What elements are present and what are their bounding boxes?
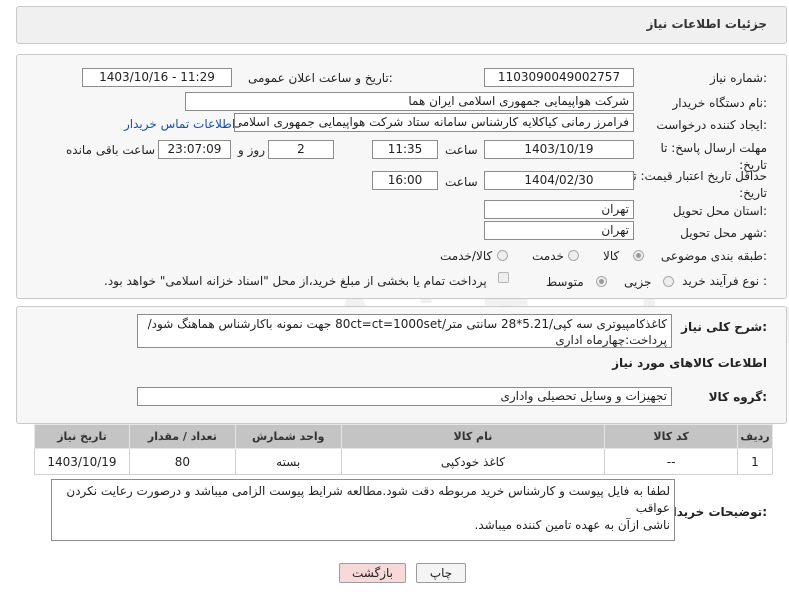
validity-time-label: ساعت bbox=[445, 175, 478, 189]
contact-buyer-link[interactable]: اطلاعات تماس خریدار bbox=[124, 117, 235, 131]
cell-row: 1 bbox=[736, 448, 774, 475]
creator-label: ایجاد کننده درخواست: bbox=[656, 118, 767, 132]
cell-item-code: -- bbox=[604, 448, 738, 475]
col-row: ردیف bbox=[736, 424, 774, 449]
announce-label: تاریخ و ساعت اعلان عمومی: bbox=[248, 71, 393, 85]
summary-textarea: کاغذکامپیوتری سه کپی/5.21*28 سانتی متر/8… bbox=[137, 314, 672, 348]
cell-need-date: 1403/10/19 bbox=[34, 448, 130, 475]
buyer-notes-textarea: لطفا به فایل پیوست و کارشناس خرید مربوطه… bbox=[51, 479, 675, 541]
cell-item-name: کاغذ خودکپی bbox=[340, 448, 606, 475]
announce-field: 1403/10/16 - 11:29 bbox=[82, 68, 232, 87]
process-label: نوع فرآیند خرید : bbox=[682, 274, 767, 288]
deadline-time-field: 11:35 bbox=[372, 140, 438, 159]
buyer-notes-line-2: ناشی ازآن به عهده تامین کننده میباشد. bbox=[474, 518, 670, 532]
need-number-field: 1103090049002757 bbox=[484, 68, 634, 87]
validity-time-field: 16:00 bbox=[372, 171, 438, 190]
cell-quantity: 80 bbox=[128, 448, 236, 475]
remaining-time-field: 23:07:09 bbox=[158, 140, 231, 159]
cell-unit: بسته bbox=[234, 448, 342, 475]
treasury-payment-checkbox[interactable] bbox=[498, 272, 509, 283]
col-item-code: کد کالا bbox=[604, 424, 738, 449]
col-item-name: نام کالا bbox=[340, 424, 606, 449]
buyer-notes-line-1: لطفا به فایل پیوست و کارشناس خرید مربوطه… bbox=[66, 484, 670, 515]
province-label: استان محل تحویل: bbox=[672, 204, 767, 218]
table-header-row: تاریخ نیاز تعداد / مقدار واحد شمارش نام … bbox=[34, 424, 774, 449]
need-number-label: شماره نیاز: bbox=[709, 71, 767, 85]
col-unit: واحد شمارش bbox=[234, 424, 342, 449]
col-quantity: تعداد / مقدار bbox=[128, 424, 236, 449]
validity-date-field: 1404/02/30 bbox=[484, 171, 634, 190]
deadline-time-label: ساعت bbox=[445, 143, 478, 157]
category-goods-label: کالا bbox=[603, 249, 620, 263]
goods-group-field: تجهیزات و وسایل تحصیلی واداری bbox=[137, 387, 672, 406]
category-both-label: کالا/خدمت bbox=[440, 249, 493, 263]
table-row: 1403/10/19 80 بسته کاغذ خودکپی -- 1 bbox=[34, 448, 774, 475]
items-table: تاریخ نیاز تعداد / مقدار واحد شمارش نام … bbox=[34, 424, 774, 475]
payment-note: پرداخت تمام یا بخشی از مبلغ خرید،از محل … bbox=[104, 274, 487, 288]
buyer-org-label: نام دستگاه خریدار: bbox=[672, 96, 768, 110]
print-button[interactable]: چاپ bbox=[416, 563, 466, 583]
summary-label: شرح کلی نیاز: bbox=[681, 320, 767, 334]
process-minor-label: جزیی bbox=[624, 275, 652, 289]
validity-label: حداقل تاریخ اعتبار قیمت: تا تاریخ: bbox=[629, 169, 767, 200]
province-field: تهران bbox=[484, 200, 634, 219]
process-minor-radio[interactable] bbox=[663, 276, 674, 287]
category-both-radio[interactable] bbox=[497, 250, 508, 261]
category-goods-radio[interactable] bbox=[633, 250, 644, 261]
days-field: 2 bbox=[268, 140, 334, 159]
creator-field: فرامرز رمانی کیاکلایه کارشناس سامانه ستا… bbox=[234, 113, 634, 132]
goods-info-title: اطلاعات کالاهای مورد نیاز bbox=[612, 356, 767, 370]
summary-line-2: پرداخت:چهارماه اداری bbox=[555, 333, 667, 347]
back-button[interactable]: بازگشت bbox=[339, 563, 406, 583]
goods-group-label: گروه کالا: bbox=[708, 390, 767, 404]
buyer-notes-label: توضیحات خریدار: bbox=[665, 505, 767, 519]
city-field: تهران bbox=[484, 221, 634, 240]
city-label: شهر محل تحویل: bbox=[680, 226, 767, 240]
col-need-date: تاریخ نیاز bbox=[34, 424, 130, 449]
process-medium-radio[interactable] bbox=[596, 276, 607, 287]
category-label: طبقه بندی موضوعی: bbox=[660, 249, 767, 263]
days-label: روز و bbox=[238, 143, 265, 157]
deadline-date-field: 1403/10/19 bbox=[484, 140, 634, 159]
category-service-label: خدمت bbox=[532, 249, 564, 263]
page-title: جزئیات اطلاعات نیاز bbox=[646, 17, 767, 31]
summary-line-1: کاغذکامپیوتری سه کپی/5.21*28 سانتی متر/8… bbox=[147, 317, 667, 331]
buyer-org-field: شرکت هواپیمایی جمهوری اسلامی ایران هما bbox=[185, 92, 634, 111]
process-medium-label: متوسط bbox=[546, 275, 584, 289]
remaining-label: ساعت باقی مانده bbox=[66, 143, 156, 157]
category-service-radio[interactable] bbox=[568, 250, 579, 261]
